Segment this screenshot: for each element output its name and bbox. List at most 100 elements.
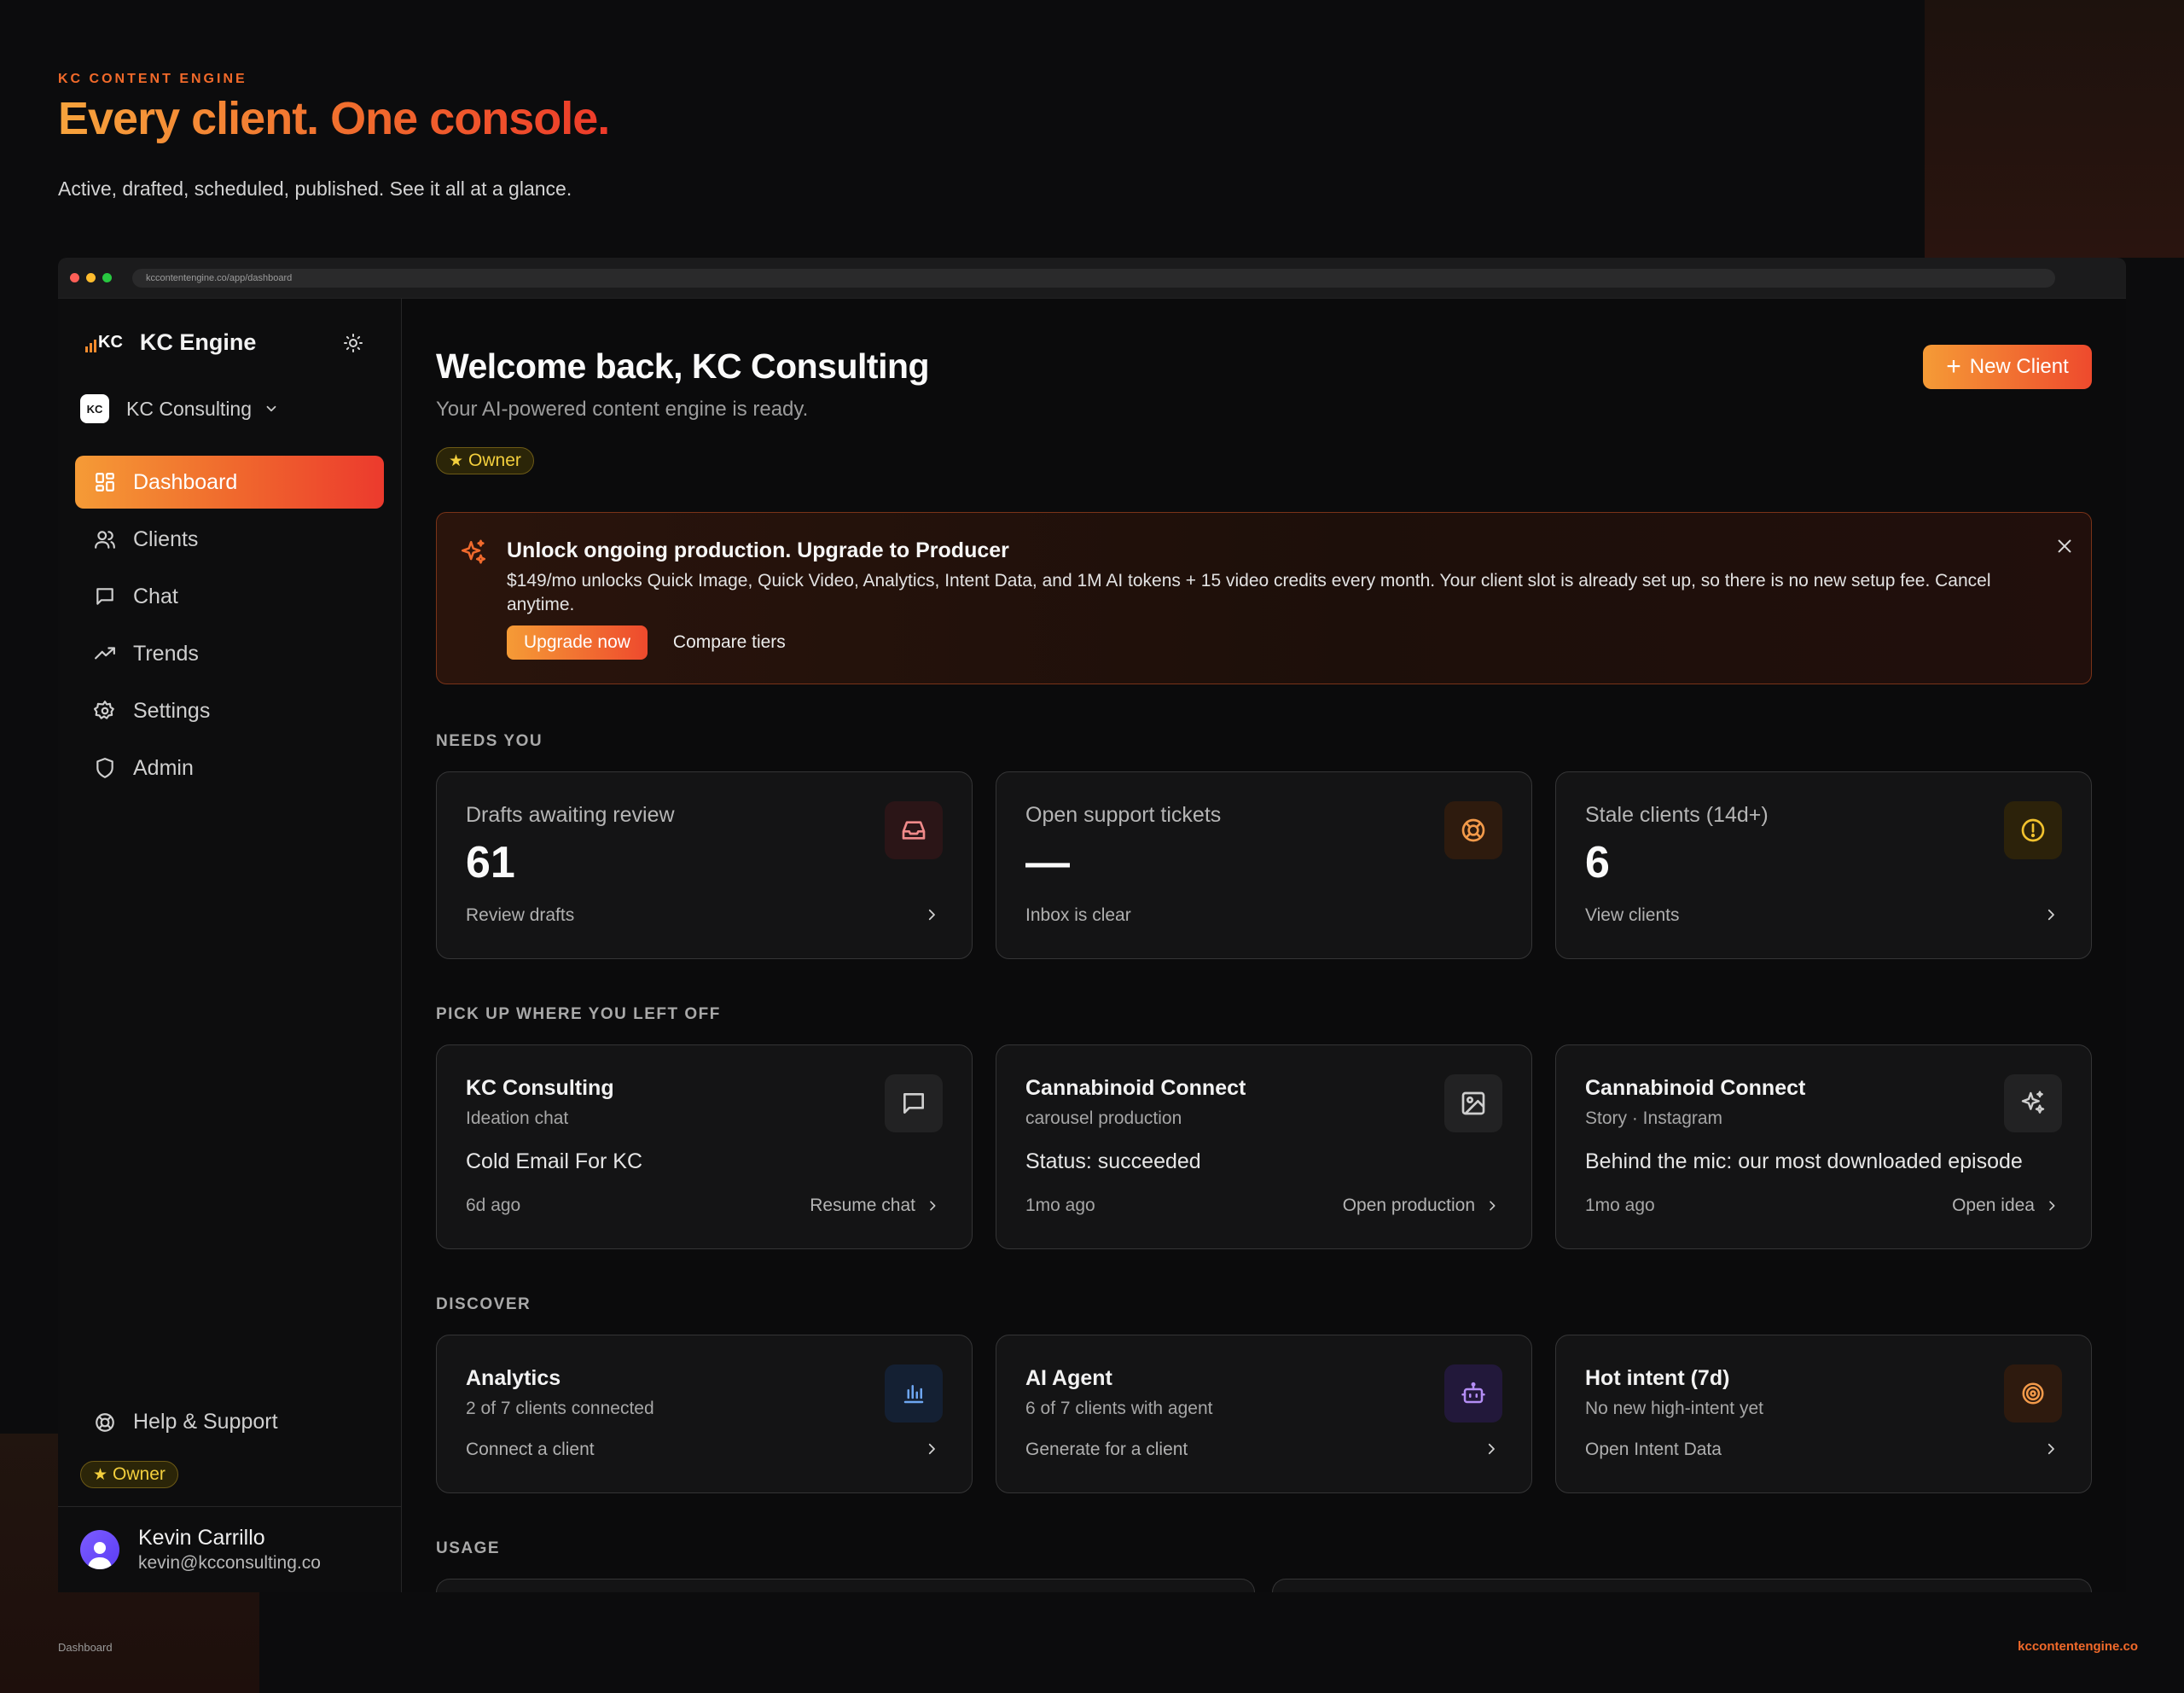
logo-text: KC (98, 333, 123, 352)
chat-icon (903, 1093, 924, 1114)
sidebar-item-settings[interactable]: Settings (75, 684, 384, 737)
sun-icon (344, 334, 363, 352)
chevron-right-icon (1490, 1201, 1496, 1211)
discover-link[interactable]: Connect a client (466, 1440, 595, 1460)
dashboard-icon (96, 473, 114, 492)
logo-bars-icon (85, 340, 96, 352)
stat-label: Drafts awaiting review (466, 803, 675, 827)
banner-title: Unlock ongoing production. Upgrade to Pr… (507, 538, 1009, 562)
action-label: Resume chat (810, 1196, 915, 1215)
discover-title: Analytics (466, 1366, 561, 1390)
help-support-link[interactable]: Help & Support (94, 1410, 278, 1434)
recent-time: 1mo ago (1025, 1196, 1095, 1215)
upgrade-now-button[interactable]: Upgrade now (507, 625, 648, 660)
compare-tiers-button[interactable]: Compare tiers (673, 632, 786, 653)
recent-subtitle: Ideation chat (466, 1108, 569, 1128)
recent-card-idea[interactable]: Cannabinoid Connect Story · Instagram Be… (1555, 1044, 2092, 1249)
lifebuoy-icon (96, 1412, 114, 1432)
role-label: Owner (113, 1464, 166, 1484)
discover-card-analytics[interactable]: Analytics 2 of 7 clients connected Conne… (436, 1335, 973, 1493)
chevron-right-icon (2049, 1201, 2055, 1211)
workspace-switcher[interactable]: KC KC Consulting (80, 394, 279, 423)
stat-card-support[interactable]: Open support tickets — Inbox is clear (996, 771, 1532, 959)
stat-link[interactable]: Review drafts (466, 905, 574, 926)
recent-card-production[interactable]: Cannabinoid Connect carousel production … (996, 1044, 1532, 1249)
sparkles-icon (2021, 1091, 2045, 1114)
sidebar-item-dashboard[interactable]: Dashboard (75, 456, 384, 509)
recent-subtitle: carousel production (1025, 1108, 1182, 1128)
hero: KC CONTENT ENGINE Every client. One cons… (58, 72, 610, 201)
stat-value: 61 (466, 838, 515, 887)
discover-subtitle: No new high-intent yet (1585, 1399, 1763, 1418)
sidebar: KC KC Engine KC KC Consulting Dashboard (58, 299, 402, 1592)
target-icon (2022, 1382, 2044, 1405)
window-zoom-dot[interactable] (102, 273, 112, 282)
section-label-usage: USAGE (436, 1539, 501, 1557)
theme-toggle-button[interactable] (340, 329, 367, 357)
brand[interactable]: KC KC Engine (85, 329, 256, 356)
recent-subtitle: Story · Instagram (1585, 1108, 1723, 1128)
recent-body: Behind the mic: our most downloaded epis… (1585, 1149, 2023, 1173)
recent-time: 6d ago (466, 1196, 521, 1215)
star-icon: ★ (449, 451, 464, 470)
role-badge: ★ Owner (436, 447, 534, 474)
sidebar-item-admin[interactable]: Admin (75, 742, 384, 794)
stat-card-stale-clients[interactable]: Stale clients (14d+) 6 View clients (1555, 771, 2092, 959)
recent-body: Status: succeeded (1025, 1149, 1201, 1173)
stat-value: — (1025, 838, 1070, 887)
main-content: Welcome back, KC Consulting Your AI-powe… (402, 299, 2126, 1592)
inbox-icon (902, 821, 926, 840)
sidebar-item-chat[interactable]: Chat (75, 570, 384, 623)
sidebar-item-trends[interactable]: Trends (75, 627, 384, 680)
address-bar[interactable]: kccontentengine.co/app/dashboard (132, 268, 2055, 288)
sidebar-item-clients[interactable]: Clients (75, 513, 384, 566)
stat-link[interactable]: View clients (1585, 905, 1680, 926)
recent-time: 1mo ago (1585, 1196, 1655, 1215)
recent-card-chat[interactable]: KC Consulting Ideation chat Cold Email F… (436, 1044, 973, 1249)
discover-card-ai-agent[interactable]: AI Agent 6 of 7 clients with agent Gener… (996, 1335, 1532, 1493)
new-client-button[interactable]: + New Client (1923, 345, 2092, 389)
window-close-dot[interactable] (70, 273, 79, 282)
avatar (80, 1530, 119, 1569)
image-icon (1461, 1091, 1485, 1115)
user-profile[interactable]: Kevin Carrillo kevin@kcconsulting.co (80, 1526, 321, 1574)
page-title: Welcome back, KC Consulting (436, 346, 930, 386)
sidebar-item-label: Admin (133, 755, 194, 780)
recent-title: KC Consulting (466, 1076, 614, 1100)
stat-link: Inbox is clear (1025, 905, 1131, 925)
page-subtitle: Your AI-powered content engine is ready. (436, 398, 809, 421)
open-production-link[interactable]: Open production (1343, 1196, 1499, 1216)
chevron-right-icon (930, 1201, 936, 1211)
usage-card (436, 1579, 1255, 1592)
stat-card-drafts[interactable]: Drafts awaiting review 61 Review drafts (436, 771, 973, 959)
users-icon (95, 531, 115, 549)
discover-title: AI Agent (1025, 1366, 1112, 1390)
chevron-right-icon (1484, 1441, 1499, 1457)
chat-icon (96, 588, 113, 605)
sidebar-item-label: Clients (133, 527, 199, 551)
sparkles-icon (461, 539, 486, 564)
chevron-down-icon (266, 405, 276, 412)
plus-icon: + (1946, 352, 1961, 381)
trend-icon (95, 647, 115, 660)
stat-value: 6 (1585, 838, 1610, 887)
user-silhouette-icon (88, 1542, 112, 1569)
chevron-right-icon (2043, 907, 2059, 922)
discover-card-hot-intent[interactable]: Hot intent (7d) No new high-intent yet O… (1555, 1335, 2092, 1493)
discover-title: Hot intent (7d) (1585, 1366, 1730, 1390)
open-idea-link[interactable]: Open idea (1952, 1196, 2059, 1216)
sidebar-item-label: Chat (133, 584, 178, 608)
user-email: kevin@kcconsulting.co (138, 1553, 321, 1573)
sidebar-nav: Dashboard Clients Chat Trends Settings A… (75, 456, 384, 799)
usage-card (1272, 1579, 2092, 1592)
new-client-label: New Client (1969, 355, 2069, 378)
divider (58, 1506, 401, 1507)
window-minimize-dot[interactable] (86, 273, 96, 282)
section-label-needs-you: NEEDS YOU (436, 732, 543, 750)
close-icon (2058, 539, 2071, 553)
resume-chat-link[interactable]: Resume chat (810, 1196, 939, 1216)
discover-link[interactable]: Open Intent Data (1585, 1440, 1722, 1460)
stat-label: Stale clients (14d+) (1585, 803, 1769, 827)
banner-close-button[interactable] (2055, 537, 2074, 560)
discover-link[interactable]: Generate for a client (1025, 1440, 1188, 1460)
